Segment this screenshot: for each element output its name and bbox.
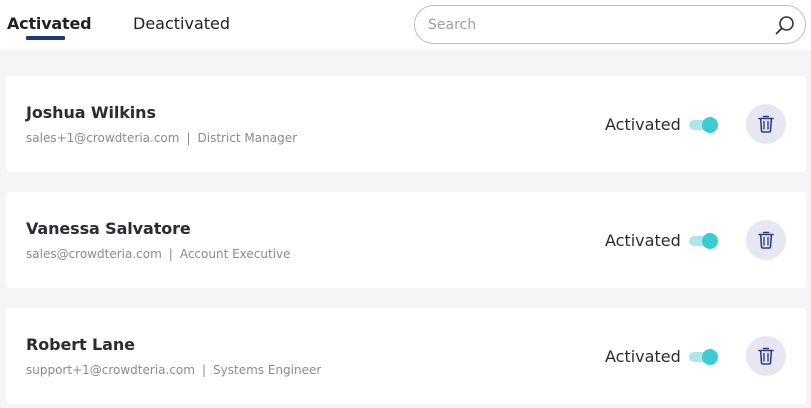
user-name: Vanessa Salvatore xyxy=(26,219,191,238)
user-role: Systems Engineer xyxy=(213,363,322,377)
activation-toggle[interactable] xyxy=(689,348,719,366)
search-icon[interactable] xyxy=(774,14,796,36)
user-card: Joshua Wilkins sales+1@crowdteria.com | Di… xyxy=(6,76,806,172)
status-label: Activated xyxy=(605,115,681,134)
status-label: Activated xyxy=(605,231,681,250)
toggle-knob xyxy=(702,117,718,133)
tab-activated[interactable]: Activated xyxy=(7,14,92,33)
activation-toggle[interactable] xyxy=(689,232,719,250)
toggle-knob xyxy=(702,349,718,365)
user-card: Vanessa Salvatore sales@crowdteria.com | A… xyxy=(6,192,806,288)
user-name: Robert Lane xyxy=(26,335,135,354)
search-input[interactable] xyxy=(428,15,758,35)
meta-separator: | xyxy=(186,131,191,145)
active-tab-indicator xyxy=(26,36,65,40)
top-bar: Activated Deactivated xyxy=(0,0,811,50)
delete-user-button[interactable] xyxy=(746,104,786,144)
status-label: Activated xyxy=(605,347,681,366)
user-meta: support+1@crowdteria.com | Systems Enginee… xyxy=(26,363,321,377)
trash-icon xyxy=(758,347,774,365)
user-email: sales+1@crowdteria.com xyxy=(26,131,180,145)
user-email: sales@crowdteria.com xyxy=(26,247,162,261)
user-meta: sales@crowdteria.com | Account Executive xyxy=(26,247,291,261)
user-role: District Manager xyxy=(197,131,298,145)
delete-user-button[interactable] xyxy=(746,336,786,376)
user-role: Account Executive xyxy=(179,247,291,261)
search-box xyxy=(414,5,806,44)
trash-icon xyxy=(758,115,774,133)
meta-separator: | xyxy=(201,363,207,377)
trash-icon xyxy=(758,231,774,249)
user-name: Joshua Wilkins xyxy=(26,103,156,122)
activation-toggle[interactable] xyxy=(689,116,719,134)
user-meta: sales+1@crowdteria.com | District Manager xyxy=(26,131,297,145)
toggle-knob xyxy=(702,233,718,249)
user-card: Robert Lane support+1@crowdteria.com | Sys… xyxy=(6,308,806,404)
tab-deactivated[interactable]: Deactivated xyxy=(133,14,230,33)
meta-separator: | xyxy=(168,247,173,261)
delete-user-button[interactable] xyxy=(746,220,786,260)
user-email: support+1@crowdteria.com xyxy=(26,363,195,377)
